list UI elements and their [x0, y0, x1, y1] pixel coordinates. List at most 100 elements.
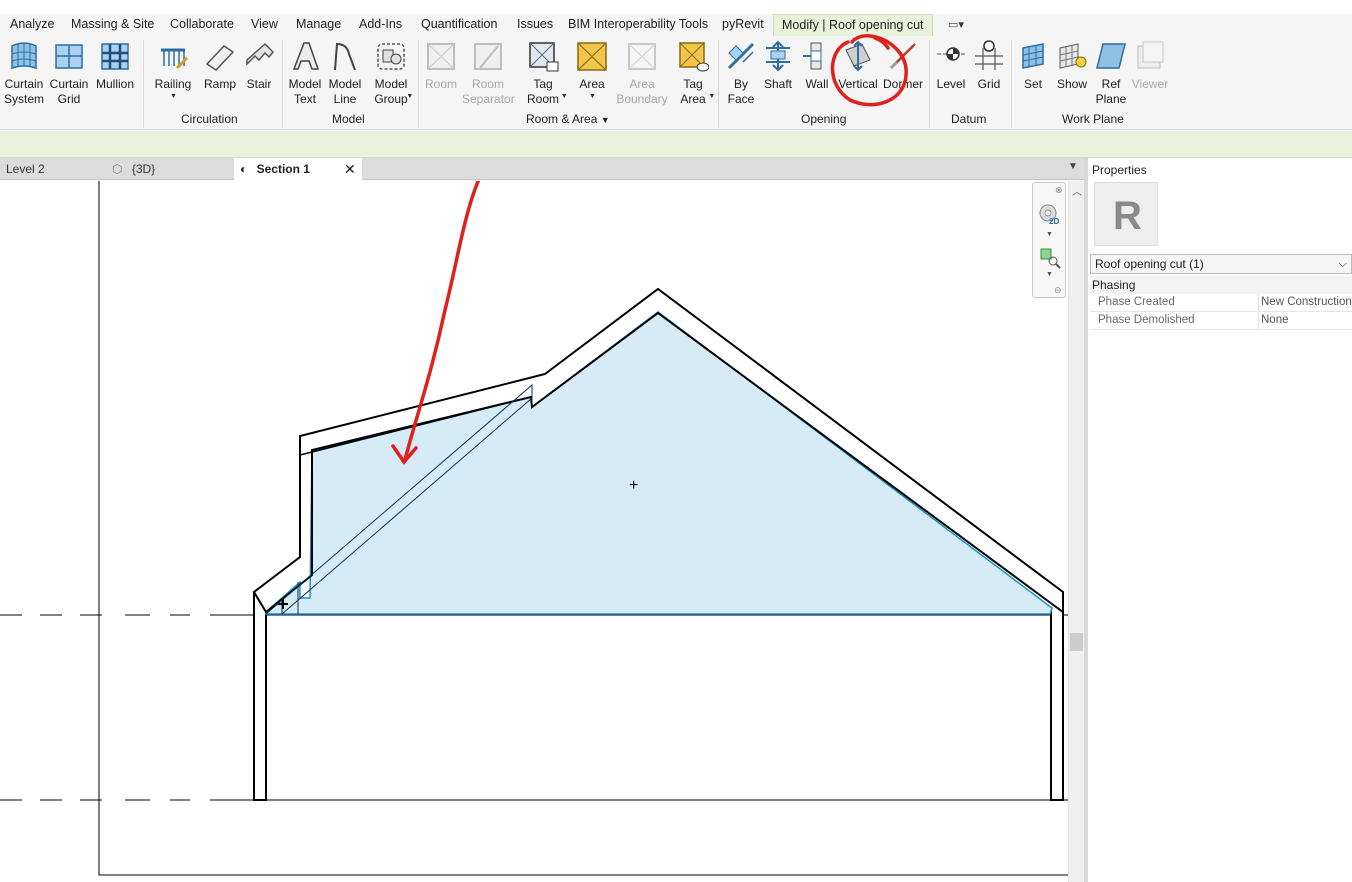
panel-separator — [1011, 40, 1012, 128]
model-text-button[interactable]: Model Text — [285, 36, 325, 116]
opening-by-face-button[interactable]: By Face — [722, 36, 760, 116]
opening-shaft-button[interactable]: Shaft — [760, 36, 796, 116]
3d-view-icon: ⬡ — [112, 162, 123, 176]
tab-collaborate[interactable]: Collaborate — [170, 17, 234, 31]
properties-title: Properties — [1092, 163, 1147, 177]
room-separator-icon — [474, 43, 502, 70]
property-value[interactable]: None — [1258, 312, 1289, 329]
type-selector[interactable]: Roof opening cut (1) ⌵ — [1090, 254, 1352, 274]
close-navbar-icon[interactable]: ⊗ — [1055, 185, 1063, 196]
panel-separator — [282, 40, 283, 128]
tag-room-icon — [529, 42, 559, 72]
curtain-system-icon — [11, 42, 37, 70]
mullion-button[interactable]: Mullion — [92, 36, 138, 116]
level-button[interactable]: Level — [932, 36, 970, 116]
grid-icon — [975, 40, 1003, 70]
room-separator-button[interactable]: Room Separator — [462, 36, 515, 116]
property-group-header[interactable]: Phasing — [1090, 276, 1352, 294]
level-icon — [937, 47, 965, 61]
property-row: Phase Created New Construction — [1090, 294, 1352, 312]
options-bar — [0, 131, 1352, 158]
tab-massing-site[interactable]: Massing & Site — [71, 17, 154, 31]
area-boundary-button[interactable]: Area Boundary — [616, 36, 668, 116]
tab-manage[interactable]: Manage — [296, 17, 341, 31]
tab-add-ins[interactable]: Add-Ins — [359, 17, 402, 31]
show-work-plane-icon — [1059, 43, 1087, 69]
tab-quantification[interactable]: Quantification — [421, 17, 497, 31]
panel-separator — [718, 40, 719, 128]
steering-wheel-dropdown-icon[interactable]: ▼ — [1046, 231, 1053, 238]
work-plane-show-button[interactable]: Show — [1052, 36, 1092, 116]
zoom-region-icon[interactable] — [1039, 247, 1061, 269]
panel-title-work-plane: Work Plane — [1062, 112, 1124, 126]
chevron-down-icon[interactable]: ⌵ — [1339, 255, 1347, 273]
property-name: Phase Created — [1098, 296, 1175, 308]
view-tab-section-1[interactable]: ◐ Section 1 ✕ — [234, 158, 362, 180]
panel-title-room-area[interactable]: Room & Area ▼ — [526, 112, 610, 126]
navbar-options-icon[interactable]: ⊖ — [1054, 285, 1062, 296]
tag-room-dropdown-icon[interactable]: ▼ — [561, 93, 568, 100]
room-button[interactable]: Room — [421, 36, 461, 116]
by-face-icon — [727, 42, 755, 70]
ramp-icon — [205, 45, 235, 71]
panel-title-circulation: Circulation — [181, 112, 238, 126]
zoom-dropdown-icon[interactable]: ▼ — [1046, 271, 1053, 278]
work-plane-set-button[interactable]: Set — [1014, 36, 1052, 116]
property-name: Phase Demolished — [1098, 314, 1195, 326]
viewer-button[interactable]: Viewer — [1130, 36, 1170, 116]
vertical-scrollbar[interactable]: ︿ — [1068, 181, 1084, 882]
tag-area-button[interactable]: Tag Area ▼ — [670, 36, 716, 116]
tab-bim-interoperability[interactable]: BIM Interoperability Tools — [568, 17, 708, 31]
model-group-button[interactable]: Model Group ▼ — [368, 36, 414, 116]
area-button[interactable]: Area ▼ — [570, 36, 614, 116]
grid-button[interactable]: Grid — [970, 36, 1008, 116]
model-text-icon — [292, 42, 320, 70]
model-group-icon — [377, 43, 405, 70]
tag-room-button[interactable]: Tag Room ▼ — [520, 36, 568, 116]
property-row: Phase Demolished None — [1090, 312, 1352, 330]
panel-title-opening: Opening — [801, 112, 847, 126]
curtain-grid-button[interactable]: Curtain Grid — [48, 36, 90, 116]
railing-dropdown-icon[interactable]: ▼ — [170, 93, 177, 100]
panel-separator — [418, 40, 419, 128]
stair-icon — [246, 42, 275, 66]
tab-issues[interactable]: Issues — [517, 17, 553, 31]
model-group-dropdown-icon[interactable]: ▼ — [406, 93, 413, 100]
ref-plane-button[interactable]: Ref Plane — [1092, 36, 1130, 116]
red-annotation-circle — [830, 34, 908, 107]
room-area-expand-icon[interactable]: ▼ — [601, 115, 610, 125]
tag-area-dropdown-icon[interactable]: ▼ — [708, 93, 715, 100]
view-tab-3d[interactable]: ⬡ {3D} — [106, 158, 234, 180]
tab-analyze[interactable]: Analyze — [10, 17, 54, 31]
section-drawing — [0, 181, 1068, 876]
scrollbar-thumb[interactable] — [1070, 633, 1083, 651]
set-work-plane-icon — [1022, 43, 1044, 69]
railing-icon — [161, 48, 189, 70]
curtain-grid-icon — [55, 44, 83, 69]
svg-text:R: R — [1113, 194, 1142, 238]
railing-button[interactable]: Railing ▼ — [150, 36, 196, 116]
area-dropdown-icon[interactable]: ▼ — [589, 93, 596, 100]
property-value[interactable]: New Construction — [1258, 294, 1352, 311]
tab-pyrevit[interactable]: pyRevit — [722, 17, 764, 31]
ribbon-display-toggle[interactable]: ▭▾ — [948, 18, 976, 32]
properties-palette: Properties R Roof opening cut (1) ⌵ Phas… — [1088, 158, 1352, 882]
viewer-icon — [1137, 41, 1164, 69]
tab-view[interactable]: View — [251, 17, 278, 31]
ribbon: Curtain System Curtain Grid Mullion Rail… — [0, 36, 1352, 130]
view-tab-bar: Level 2 ⬡ {3D} ◐ Section 1 ✕ ▼ — [0, 158, 1088, 180]
section-view-canvas[interactable]: ⊗ 2D ▼ ▼ ⊖ + — [0, 181, 1068, 882]
panel-separator — [929, 40, 930, 128]
stair-button[interactable]: Stair — [240, 36, 278, 116]
model-line-button[interactable]: Model Line — [325, 36, 365, 116]
view-tab-level-2[interactable]: Level 2 — [0, 158, 104, 180]
section-view-icon: ◐ — [240, 162, 248, 176]
tag-area-icon — [679, 42, 709, 72]
left-wall — [253, 592, 267, 801]
close-tab-icon[interactable]: ✕ — [344, 158, 356, 180]
ramp-button[interactable]: Ramp — [200, 36, 240, 116]
view-tabs-dropdown-icon[interactable]: ▼ — [1068, 161, 1078, 172]
scroll-up-icon[interactable]: ︿ — [1072, 183, 1082, 198]
curtain-system-button[interactable]: Curtain System — [2, 36, 46, 116]
shaft-icon — [766, 40, 790, 72]
